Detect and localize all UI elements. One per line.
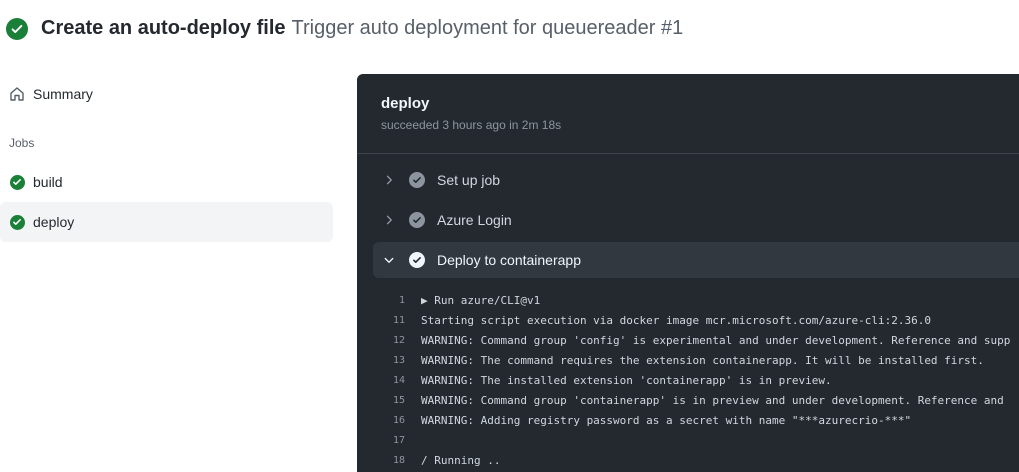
log-line-number[interactable]: 15 (357, 395, 421, 406)
log-line-number[interactable]: 13 (357, 355, 421, 366)
success-check-icon (9, 174, 25, 190)
log-line[interactable]: 14 WARNING: The installed extension 'con… (357, 370, 1019, 390)
success-check-icon (9, 214, 25, 230)
log-line[interactable]: 15 WARNING: Command group 'containerapp'… (357, 390, 1019, 410)
chevron-right-icon (381, 172, 397, 188)
log-line-number[interactable]: 12 (357, 335, 421, 346)
log-line-text: ▶ Run azure/CLI@v1 (421, 293, 541, 307)
step-label: Deploy to containerapp (437, 252, 581, 268)
run-subtitle: Trigger auto deployment for queuereader … (291, 17, 684, 39)
log-line[interactable]: 12 WARNING: Command group 'config' is ex… (357, 330, 1019, 350)
workflow-title: Create an auto-deploy file (41, 17, 286, 39)
log-line[interactable]: 11 Starting script execution via docker … (357, 310, 1019, 330)
log-line-number[interactable]: 17 (357, 435, 421, 446)
jobs-heading: Jobs (9, 136, 35, 150)
step-deploy-to-containerapp[interactable]: Deploy to containerapp (373, 242, 1019, 278)
step-success-icon (409, 172, 425, 188)
log-line-number[interactable]: 1 (357, 295, 421, 306)
sidebar-item-deploy[interactable]: deploy (0, 202, 333, 242)
log-line-text: WARNING: The installed extension 'contai… (421, 373, 832, 387)
job-log-panel: deploy succeeded 3 hours ago in 2m 18s S… (357, 74, 1019, 472)
job-name: deploy (381, 95, 430, 112)
log-line-number[interactable]: 11 (357, 315, 421, 326)
log-line-number[interactable]: 18 (357, 455, 421, 466)
log-line-text: Starting script execution via docker ima… (421, 313, 931, 327)
sidebar-item-label: Summary (33, 86, 93, 102)
log-line[interactable]: 17 (357, 430, 1019, 450)
home-icon (9, 86, 25, 102)
log-line-number[interactable]: 16 (357, 415, 421, 426)
chevron-down-icon (381, 252, 397, 268)
log-line[interactable]: 1 ▶ Run azure/CLI@v1 (357, 290, 1019, 310)
log-line-text: WARNING: The command requires the extens… (421, 353, 984, 367)
log-line[interactable]: 18 / Running .. (357, 450, 1019, 470)
divider (357, 153, 1019, 154)
sidebar-item-build[interactable]: build (0, 162, 333, 202)
step-set-up-job[interactable]: Set up job (373, 162, 1019, 198)
step-label: Set up job (437, 172, 501, 188)
step-azure-login[interactable]: Azure Login (373, 202, 1019, 238)
log-line-text: WARNING: Command group 'containerapp' is… (421, 393, 1004, 407)
chevron-right-icon (381, 212, 397, 228)
job-status: succeeded 3 hours ago in 2m 18s (381, 118, 562, 132)
log-line-text: / Running .. (421, 453, 501, 467)
log-line[interactable]: 16 WARNING: Adding registry password as … (357, 410, 1019, 430)
log-line-text: WARNING: Command group 'config' is exper… (421, 333, 1011, 347)
log-line-text: WARNING: Adding registry password as a s… (421, 413, 912, 427)
run-header: Create an auto-deploy file Trigger auto … (6, 17, 683, 40)
sidebar-item-label: deploy (33, 214, 75, 230)
sidebar-item-label: build (33, 174, 63, 190)
log-line[interactable]: 13 WARNING: The command requires the ext… (357, 350, 1019, 370)
step-success-icon (409, 252, 425, 268)
step-label: Azure Login (437, 212, 512, 228)
job-header: deploy succeeded 3 hours ago in 2m 18s (381, 95, 561, 132)
log-line-number[interactable]: 14 (357, 375, 421, 386)
step-success-icon (409, 212, 425, 228)
sidebar-item-summary[interactable]: Summary (0, 74, 333, 114)
success-check-icon (6, 17, 28, 40)
